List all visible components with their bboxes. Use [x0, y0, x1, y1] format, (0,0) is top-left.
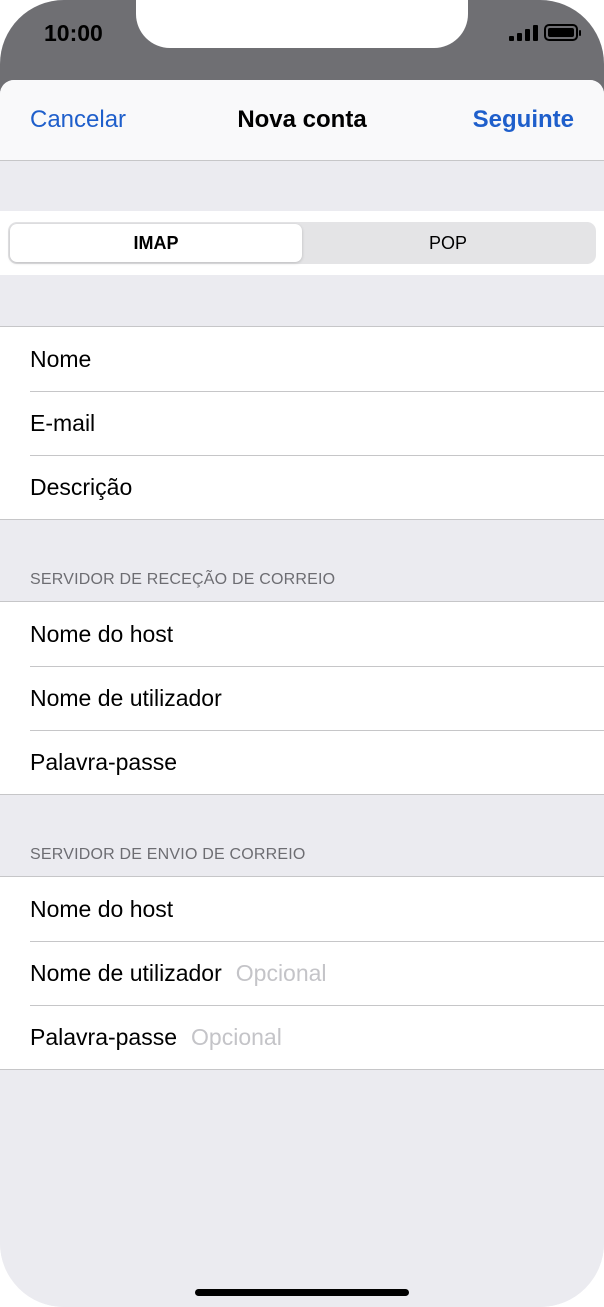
name-field[interactable]: Nome — [0, 327, 604, 391]
incoming-hostname-field[interactable]: Nome do host — [0, 602, 604, 666]
incoming-password-field[interactable]: Palavra-passe — [0, 730, 604, 794]
field-label: Palavra-passe — [30, 1023, 178, 1050]
field-label: Nome de utilizador — [30, 959, 222, 986]
email-field[interactable]: E-mail — [0, 391, 604, 455]
incoming-server-header: SERVIDOR DE RECEÇÃO DE CORREIO — [30, 571, 336, 588]
field-placeholder: Opcional — [235, 959, 327, 986]
incoming-username-field[interactable]: Nome de utilizador — [0, 666, 604, 730]
outgoing-server-header: SERVIDOR DE ENVIO DE CORREIO — [30, 846, 306, 863]
outgoing-username-field[interactable]: Nome de utilizador Opcional — [0, 941, 604, 1005]
field-label: Nome do host — [30, 620, 174, 647]
field-label: Nome de utilizador — [30, 684, 222, 711]
protocol-segmented-control: IMAP POP — [8, 222, 596, 264]
next-button[interactable]: Seguinte — [473, 106, 574, 134]
field-label: E-mail — [30, 409, 96, 436]
segment-pop[interactable]: POP — [302, 224, 594, 262]
account-info-group: Nome E-mail Descrição — [0, 326, 604, 520]
field-label: Nome do host — [30, 895, 174, 922]
status-icons — [509, 24, 581, 41]
field-placeholder: Opcional — [191, 1023, 282, 1050]
home-indicator — [195, 1289, 409, 1296]
battery-icon — [544, 24, 581, 41]
new-account-sheet: Cancelar Nova conta Seguinte IMAP POP No… — [0, 80, 604, 1307]
segment-imap[interactable]: IMAP — [10, 224, 302, 262]
navigation-bar: Cancelar Nova conta Seguinte — [0, 80, 604, 161]
phone-screen: 10:00 Cancelar Nova conta Seguinte IMAP … — [0, 0, 604, 1307]
field-label: Palavra-passe — [30, 748, 178, 775]
incoming-server-group: Nome do host Nome de utilizador Palavra-… — [0, 601, 604, 795]
field-label: Descrição — [30, 473, 133, 500]
outgoing-password-field[interactable]: Palavra-passe Opcional — [0, 1005, 604, 1069]
status-time: 10:00 — [44, 20, 103, 46]
outgoing-server-group: Nome do host Nome de utilizador Opcional… — [0, 876, 604, 1070]
field-label: Nome — [30, 345, 92, 372]
protocol-selector-row: IMAP POP — [0, 211, 604, 275]
description-field[interactable]: Descrição — [0, 455, 604, 519]
outgoing-hostname-field[interactable]: Nome do host — [0, 877, 604, 941]
cellular-signal-icon — [509, 24, 538, 41]
notch — [136, 0, 468, 48]
cancel-button[interactable]: Cancelar — [30, 106, 126, 134]
